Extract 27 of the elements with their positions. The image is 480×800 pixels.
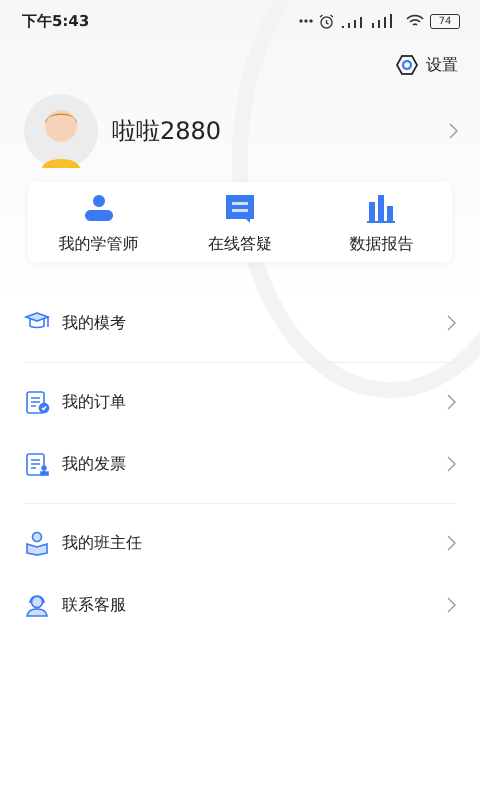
chevron-icon [447,315,456,331]
menu-item[interactable]: 我的发票 [24,433,456,495]
battery-level: 74 [430,14,460,28]
document-stamp-icon [24,451,50,477]
settings-icon [396,54,418,76]
more-dots-icon [299,19,313,23]
alarm-clock-icon [319,14,334,28]
menu-item[interactable]: 联系客服 [24,574,456,636]
person-book-icon [24,530,50,556]
chevron-icon [447,456,456,472]
quick-action-button[interactable]: 数据报告 [310,182,452,262]
quick-action-button[interactable]: 我的学管师 [28,182,170,262]
status-time: 下午5:43 [22,12,90,30]
settings-button[interactable]: 设置 [396,54,458,76]
avatar[interactable] [24,94,98,168]
headset-person-icon [24,592,50,618]
chevron-icon [447,597,456,613]
clipboard-check-icon [24,389,50,415]
chevron-icon [447,535,456,551]
user-name: 啦啦2880 [112,116,222,147]
menu-item[interactable]: 我的模考 [24,292,456,354]
menu-item[interactable]: 我的班主任 [24,512,456,574]
wifi-icon [406,14,424,28]
quick-action-button[interactable]: 在线答疑 [169,182,311,262]
chevron-icon [449,123,458,139]
chevron-icon [447,394,456,410]
menu-item[interactable]: 我的订单 [24,371,456,433]
